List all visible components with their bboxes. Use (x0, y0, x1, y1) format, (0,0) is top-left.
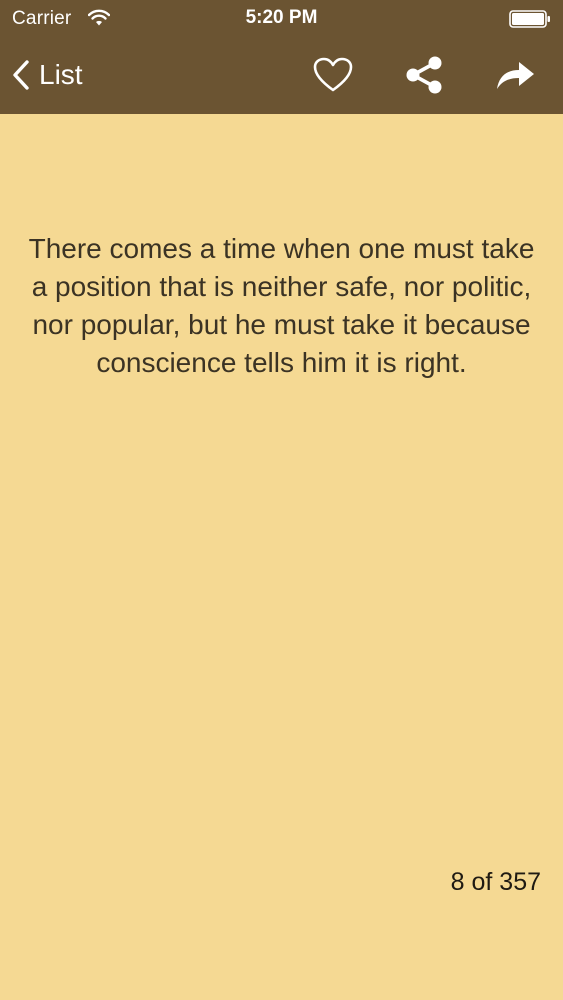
quote-text: There comes a time when one must take a … (28, 233, 535, 378)
top-bar: Carrier 5:20 PM List (0, 0, 563, 114)
forward-arrow-icon (493, 58, 537, 92)
favorite-button[interactable] (309, 52, 357, 98)
quote-counter: 8 of 357 (450, 868, 541, 896)
back-button[interactable]: List (12, 52, 83, 98)
navigation-bar: List (0, 38, 563, 114)
status-time: 5:20 PM (245, 7, 318, 28)
forward-button[interactable] (491, 52, 539, 98)
battery-icon (509, 10, 551, 28)
share-button[interactable] (400, 52, 448, 98)
share-icon (404, 56, 444, 94)
back-label: List (39, 59, 83, 90)
chevron-left-icon (12, 60, 30, 90)
heart-icon (313, 57, 353, 93)
status-bar: Carrier 5:20 PM (0, 0, 563, 38)
